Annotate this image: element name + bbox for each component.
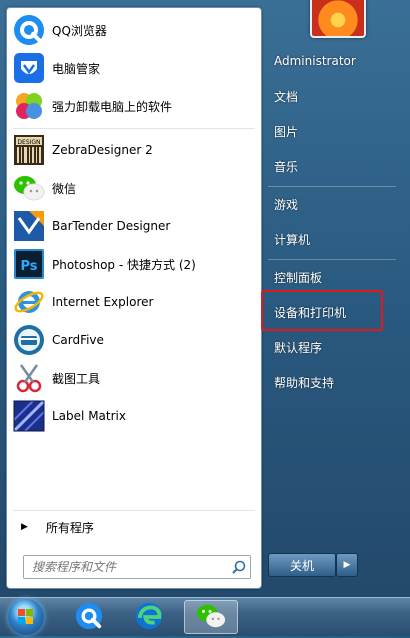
search-icon[interactable] xyxy=(228,556,250,578)
start-orb-icon[interactable] xyxy=(8,599,44,635)
arrow-right-icon: ▶ xyxy=(21,522,28,532)
shutdown-button[interactable]: 关机 xyxy=(268,553,336,577)
pinned-separator xyxy=(13,128,255,129)
pc-manager-icon xyxy=(13,52,45,84)
program-pc-manager[interactable]: 电脑管家 xyxy=(7,50,261,86)
program-bartender[interactable]: BarTender Designer xyxy=(7,208,261,244)
internet-explorer-icon xyxy=(13,286,45,318)
start-menu: QQ浏览器 电脑管家 强力卸载电脑上的软件 DESIGN ZebraDesign… xyxy=(0,0,410,597)
program-snipping-tool[interactable]: 截图工具 xyxy=(7,360,261,396)
photoshop-icon: Ps xyxy=(13,248,45,280)
right-item-documents[interactable]: 文档 xyxy=(263,80,403,112)
highlight-annotation xyxy=(261,290,383,331)
cardfive-icon xyxy=(13,324,45,356)
uninstaller-icon xyxy=(13,90,45,122)
all-programs-button[interactable]: ▶ 所有程序 xyxy=(7,512,261,542)
taskbar-qq-browser[interactable] xyxy=(62,600,116,634)
right-item-control-panel[interactable]: 控制面板 xyxy=(263,261,403,293)
taskbar-edge[interactable] xyxy=(122,600,176,634)
program-qq-browser[interactable]: QQ浏览器 xyxy=(7,12,261,48)
all-programs-separator xyxy=(13,510,255,511)
right-item-music[interactable]: 音乐 xyxy=(263,150,403,182)
snipping-tool-icon xyxy=(13,362,45,394)
program-zebra-designer[interactable]: DESIGN ZebraDesigner 2 xyxy=(7,132,261,168)
svg-text:Ps: Ps xyxy=(20,259,37,274)
right-item-default-programs[interactable]: 默认程序 xyxy=(263,331,403,363)
arrow-right-icon: ▶ xyxy=(343,560,351,570)
shutdown-options-button[interactable]: ▶ xyxy=(336,553,358,577)
program-uninstaller[interactable]: 强力卸载电脑上的软件 xyxy=(7,88,261,124)
user-avatar[interactable] xyxy=(310,0,366,38)
edge-icon xyxy=(134,601,164,634)
program-wechat[interactable]: 微信 xyxy=(7,170,261,206)
programs-panel: QQ浏览器 电脑管家 强力卸载电脑上的软件 DESIGN ZebraDesign… xyxy=(6,7,262,589)
right-item-computer[interactable]: 计算机 xyxy=(263,223,403,255)
program-photoshop[interactable]: Ps Photoshop - 快捷方式 (2) xyxy=(7,246,261,282)
wechat-icon xyxy=(13,172,45,204)
qq-browser-icon xyxy=(13,14,45,46)
search-input[interactable] xyxy=(30,557,228,577)
right-item-pictures[interactable]: 图片 xyxy=(263,115,403,147)
program-label-matrix[interactable]: Label Matrix xyxy=(7,398,261,434)
taskbar-wechat[interactable] xyxy=(184,600,238,634)
svg-text:DESIGN: DESIGN xyxy=(17,139,40,146)
label-matrix-icon xyxy=(12,399,46,433)
bartender-icon xyxy=(13,210,45,242)
right-item-games[interactable]: 游戏 xyxy=(263,188,403,220)
right-item-help-support[interactable]: 帮助和支持 xyxy=(263,366,403,398)
right-separator-2 xyxy=(268,259,396,260)
right-separator-1 xyxy=(268,186,396,187)
search-box xyxy=(23,555,251,579)
program-internet-explorer[interactable]: Internet Explorer xyxy=(7,284,261,320)
zebra-designer-icon: DESIGN xyxy=(13,134,45,166)
wechat-icon xyxy=(196,601,226,634)
right-item-user[interactable]: Administrator xyxy=(263,45,403,77)
program-cardfive[interactable]: CardFive xyxy=(7,322,261,358)
taskbar xyxy=(0,597,410,636)
qq-browser-icon xyxy=(74,601,104,634)
